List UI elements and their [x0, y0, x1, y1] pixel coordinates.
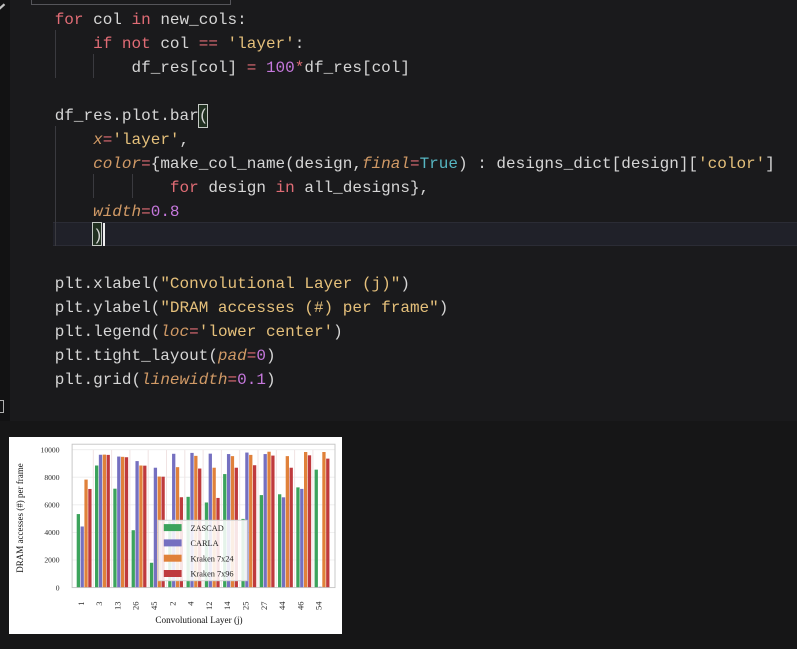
svg-text:26: 26: [130, 602, 140, 611]
svg-text:ZASCAD: ZASCAD: [190, 524, 223, 533]
svg-text:DRAM accesses (#) per frame: DRAM accesses (#) per frame: [15, 463, 25, 572]
svg-text:CARLA: CARLA: [190, 539, 218, 548]
svg-text:45: 45: [149, 602, 159, 611]
svg-text:2000: 2000: [44, 556, 59, 565]
svg-text:27: 27: [258, 602, 268, 611]
svg-text:14: 14: [222, 601, 232, 610]
svg-text:4000: 4000: [44, 528, 59, 537]
svg-text:10000: 10000: [40, 445, 59, 454]
svg-text:44: 44: [277, 601, 287, 610]
svg-text:8000: 8000: [44, 473, 59, 482]
svg-text:1: 1: [75, 602, 85, 606]
svg-text:4: 4: [185, 601, 195, 606]
svg-text:2: 2: [167, 602, 177, 606]
svg-text:Kraken 7x96: Kraken 7x96: [190, 570, 233, 579]
svg-text:Convolutional Layer (j): Convolutional Layer (j): [155, 615, 242, 625]
svg-text:54: 54: [313, 601, 323, 610]
svg-text:0: 0: [55, 583, 59, 592]
svg-text:13: 13: [112, 602, 122, 611]
svg-text:3: 3: [94, 602, 104, 606]
svg-text:12: 12: [203, 602, 213, 611]
svg-text:6000: 6000: [44, 501, 59, 510]
svg-text:25: 25: [240, 602, 250, 611]
svg-text:Kraken 7x24: Kraken 7x24: [190, 554, 234, 563]
svg-text:46: 46: [295, 602, 305, 611]
